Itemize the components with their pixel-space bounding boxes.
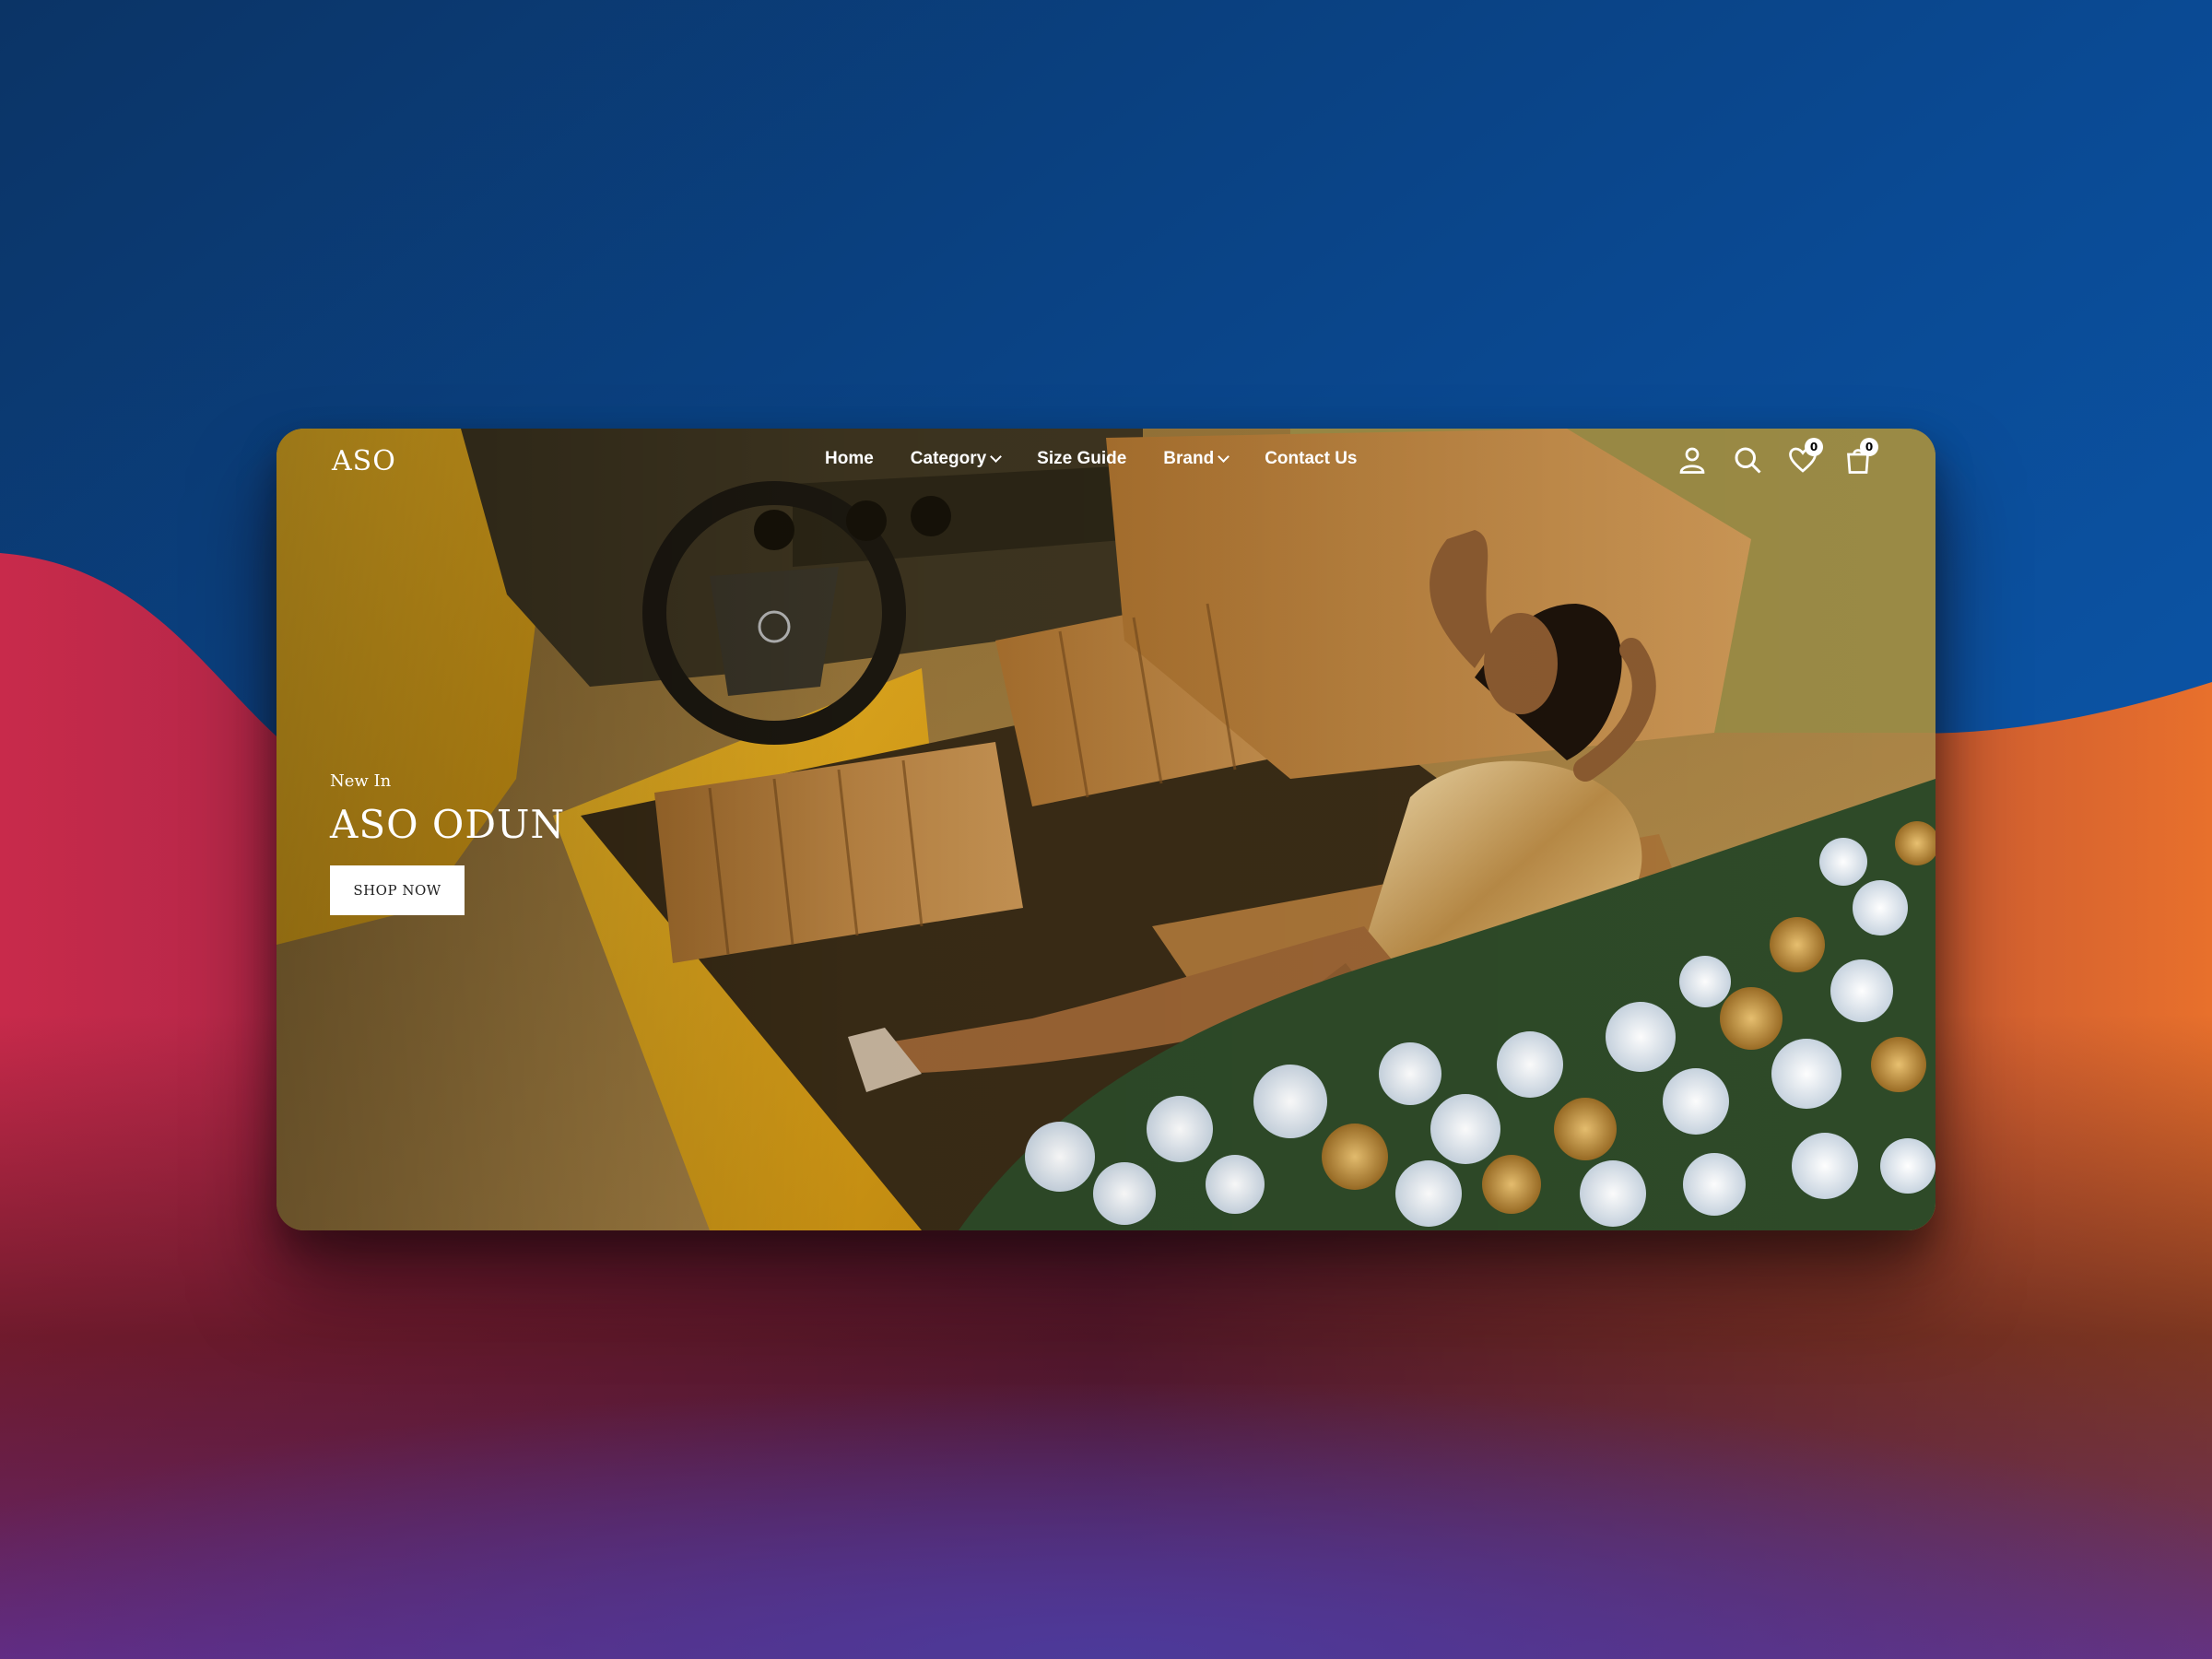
user-icon[interactable] xyxy=(1676,443,1709,477)
nav-label: Size Guide xyxy=(1037,449,1127,468)
shop-now-button[interactable]: SHOP NOW xyxy=(330,865,465,915)
nav-item-brand[interactable]: Brand xyxy=(1163,449,1230,469)
nav-item-size-guide[interactable]: Size Guide xyxy=(1037,449,1126,469)
nav-item-home[interactable]: Home xyxy=(825,449,874,469)
top-navigation: ASO Home Category Size Guide Brand Conta… xyxy=(276,429,1936,493)
search-icon[interactable] xyxy=(1731,443,1764,477)
nav-item-contact-us[interactable]: Contact Us xyxy=(1265,449,1357,469)
website-hero-card: ASO Home Category Size Guide Brand Conta… xyxy=(276,429,1936,1230)
nav-label: Home xyxy=(825,449,874,468)
hero-title: ASO ODUN xyxy=(330,802,566,847)
chevron-down-icon xyxy=(990,451,1003,463)
wishlist-count-badge: 0 xyxy=(1805,438,1823,456)
nav-item-category[interactable]: Category xyxy=(910,449,1003,469)
shopping-bag-icon[interactable]: 0 xyxy=(1841,438,1878,477)
main-menu: Home Category Size Guide Brand Contact U… xyxy=(825,449,1358,469)
cart-count-badge: 0 xyxy=(1860,438,1878,456)
nav-label: Brand xyxy=(1163,449,1215,468)
hero-eyebrow: New In xyxy=(330,771,392,791)
nav-label: Contact Us xyxy=(1265,449,1358,468)
hero-content: New In ASO ODUN SHOP NOW xyxy=(330,771,565,915)
heart-icon[interactable]: 0 xyxy=(1786,438,1823,477)
nav-label: Category xyxy=(910,449,987,468)
chevron-down-icon xyxy=(1218,451,1230,463)
brand-logo[interactable]: ASO xyxy=(332,445,396,477)
